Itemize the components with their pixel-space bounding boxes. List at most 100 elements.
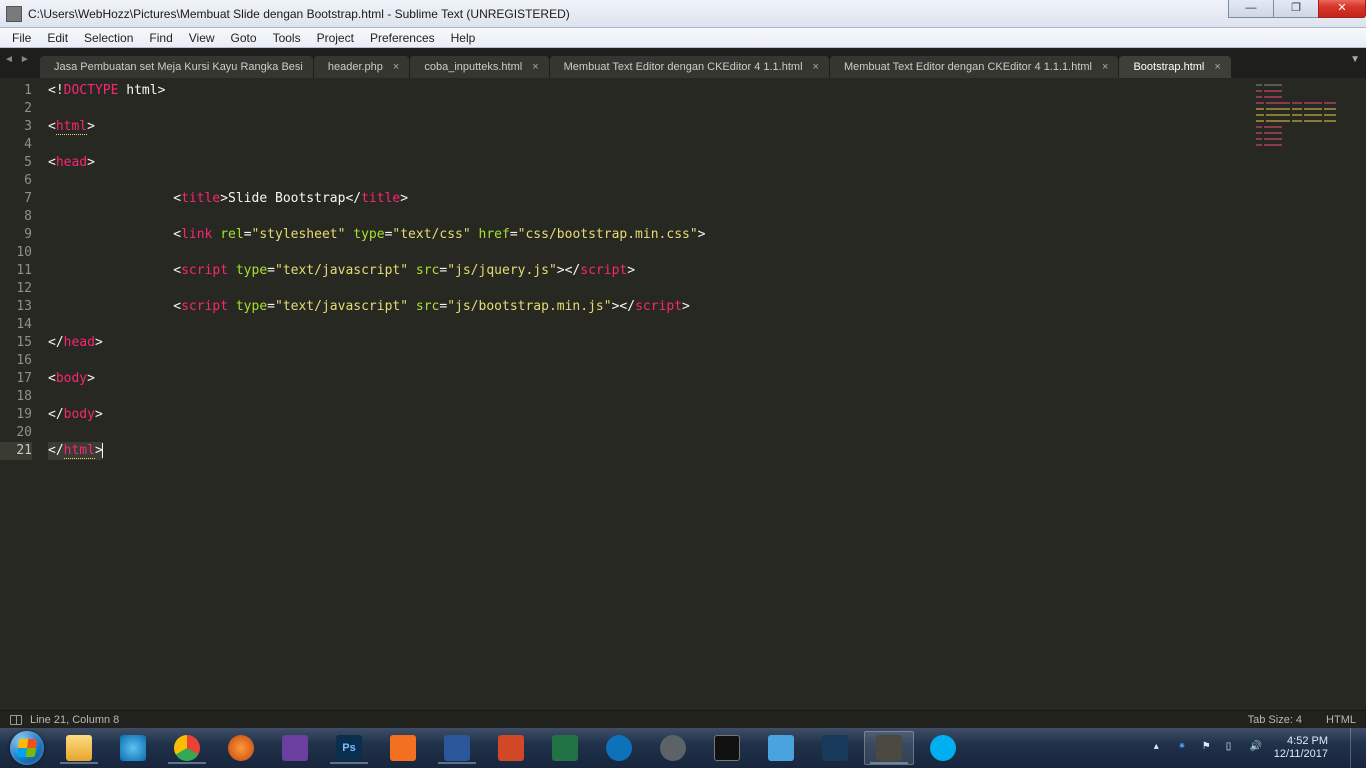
line-number[interactable]: 3 bbox=[0, 118, 32, 136]
taskbar-firefox[interactable] bbox=[216, 731, 266, 765]
taskbar-sublime-text[interactable] bbox=[864, 731, 914, 765]
menu-preferences[interactable]: Preferences bbox=[362, 29, 443, 47]
code-line[interactable]: <body> bbox=[48, 370, 1256, 388]
tab-close-icon[interactable]: × bbox=[393, 61, 399, 73]
taskbar-chrome[interactable] bbox=[162, 731, 212, 765]
code-editor[interactable]: <!DOCTYPE html> <html> <head> <title>Slide… bbox=[40, 78, 1256, 710]
code-line[interactable] bbox=[48, 136, 1256, 154]
taskbar-word[interactable] bbox=[432, 731, 482, 765]
code-line[interactable]: <!DOCTYPE html> bbox=[48, 82, 1256, 100]
tab-0[interactable]: Jasa Pembuatan set Meja Kursi Kayu Rangk… bbox=[40, 56, 313, 78]
taskbar-virtualbox[interactable] bbox=[810, 731, 860, 765]
code-line[interactable] bbox=[48, 352, 1256, 370]
line-number[interactable]: 7 bbox=[0, 190, 32, 208]
line-gutter[interactable]: 123456789101112131415161718192021 bbox=[0, 78, 40, 710]
tray-up-arrow-icon[interactable]: ▴ bbox=[1154, 741, 1168, 755]
line-number[interactable]: 4 bbox=[0, 136, 32, 154]
taskbar-regedit[interactable] bbox=[756, 731, 806, 765]
tab-5[interactable]: Bootstrap.html× bbox=[1119, 56, 1230, 78]
tab-4[interactable]: Membuat Text Editor dengan CKEditor 4 1.… bbox=[830, 56, 1118, 78]
maximize-button[interactable]: ❐ bbox=[1273, 0, 1319, 18]
code-line[interactable]: <script type="text/javascript" src="js/b… bbox=[48, 298, 1256, 316]
line-number[interactable]: 17 bbox=[0, 370, 32, 388]
tab-size-indicator[interactable]: Tab Size: 4 bbox=[1248, 714, 1302, 726]
show-desktop-button[interactable] bbox=[1350, 728, 1360, 768]
minimize-button[interactable]: — bbox=[1228, 0, 1274, 18]
menu-selection[interactable]: Selection bbox=[76, 29, 141, 47]
taskbar-cmd[interactable] bbox=[702, 731, 752, 765]
taskbar-file-explorer[interactable] bbox=[54, 731, 104, 765]
minimap[interactable] bbox=[1256, 78, 1366, 710]
line-number[interactable]: 11 bbox=[0, 262, 32, 280]
line-number[interactable]: 9 bbox=[0, 226, 32, 244]
code-line[interactable]: <link rel="stylesheet" type="text/css" h… bbox=[48, 226, 1256, 244]
code-line[interactable] bbox=[48, 316, 1256, 334]
menu-project[interactable]: Project bbox=[309, 29, 362, 47]
line-number[interactable]: 8 bbox=[0, 208, 32, 226]
line-number[interactable]: 19 bbox=[0, 406, 32, 424]
line-number[interactable]: 10 bbox=[0, 244, 32, 262]
code-line[interactable] bbox=[48, 208, 1256, 226]
code-line[interactable]: <html> bbox=[48, 118, 1256, 136]
menu-help[interactable]: Help bbox=[443, 29, 484, 47]
menu-view[interactable]: View bbox=[181, 29, 223, 47]
line-number[interactable]: 20 bbox=[0, 424, 32, 442]
menu-find[interactable]: Find bbox=[141, 29, 180, 47]
panel-switch-icon[interactable] bbox=[10, 715, 22, 725]
line-number[interactable]: 15 bbox=[0, 334, 32, 352]
cursor-position[interactable]: Line 21, Column 8 bbox=[30, 714, 119, 726]
tab-close-icon[interactable]: × bbox=[1102, 61, 1108, 73]
taskbar-skype[interactable] bbox=[918, 731, 968, 765]
code-line[interactable] bbox=[48, 280, 1256, 298]
taskbar-xampp[interactable] bbox=[378, 731, 428, 765]
line-number[interactable]: 18 bbox=[0, 388, 32, 406]
code-line[interactable]: <script type="text/javascript" src="js/j… bbox=[48, 262, 1256, 280]
taskbar-phpstorm[interactable] bbox=[270, 731, 320, 765]
syntax-indicator[interactable]: HTML bbox=[1326, 714, 1356, 726]
bluetooth-icon[interactable]: ⁕ bbox=[1178, 741, 1192, 755]
code-line[interactable]: <head> bbox=[48, 154, 1256, 172]
tab-close-icon[interactable]: × bbox=[813, 61, 819, 73]
line-number[interactable]: 13 bbox=[0, 298, 32, 316]
code-line[interactable] bbox=[48, 388, 1256, 406]
taskbar-teamviewer[interactable] bbox=[594, 731, 644, 765]
line-number[interactable]: 5 bbox=[0, 154, 32, 172]
editor-area[interactable]: 123456789101112131415161718192021 <!DOCT… bbox=[0, 78, 1366, 710]
code-line[interactable]: <title>Slide Bootstrap</title> bbox=[48, 190, 1256, 208]
action-flag-icon[interactable]: ⚑ bbox=[1202, 741, 1216, 755]
network-icon[interactable]: ▯ bbox=[1226, 741, 1240, 755]
line-number[interactable]: 1 bbox=[0, 82, 32, 100]
taskbar-powerpoint[interactable] bbox=[486, 731, 536, 765]
taskbar-settings[interactable] bbox=[648, 731, 698, 765]
tab-2[interactable]: coba_inputteks.html× bbox=[410, 56, 548, 78]
tab-overflow-icon[interactable]: ▼ bbox=[1350, 54, 1360, 65]
line-number[interactable]: 16 bbox=[0, 352, 32, 370]
line-number[interactable]: 2 bbox=[0, 100, 32, 118]
taskbar-excel[interactable] bbox=[540, 731, 590, 765]
nav-back-icon[interactable]: ◄ bbox=[4, 54, 14, 65]
tab-1[interactable]: header.php× bbox=[314, 56, 410, 78]
menu-edit[interactable]: Edit bbox=[39, 29, 76, 47]
menu-goto[interactable]: Goto bbox=[223, 29, 265, 47]
code-line[interactable] bbox=[48, 244, 1256, 262]
code-line[interactable] bbox=[48, 100, 1256, 118]
code-line[interactable]: </head> bbox=[48, 334, 1256, 352]
start-button[interactable] bbox=[6, 728, 48, 768]
nav-forward-icon[interactable]: ► bbox=[20, 54, 30, 65]
speaker-icon[interactable]: 🔊 bbox=[1250, 741, 1264, 755]
tab-3[interactable]: Membuat Text Editor dengan CKEditor 4 1.… bbox=[550, 56, 829, 78]
taskbar-internet-explorer[interactable] bbox=[108, 731, 158, 765]
tab-close-icon[interactable]: × bbox=[1214, 61, 1220, 73]
code-line[interactable] bbox=[48, 172, 1256, 190]
menu-file[interactable]: File bbox=[4, 29, 39, 47]
menu-tools[interactable]: Tools bbox=[265, 29, 309, 47]
code-line[interactable]: </html> bbox=[48, 442, 103, 460]
line-number[interactable]: 12 bbox=[0, 280, 32, 298]
line-number[interactable]: 6 bbox=[0, 172, 32, 190]
line-number[interactable]: 14 bbox=[0, 316, 32, 334]
close-button[interactable]: ✕ bbox=[1318, 0, 1366, 18]
clock[interactable]: 4:52 PM 12/11/2017 bbox=[1274, 735, 1334, 761]
line-number[interactable]: 21 bbox=[0, 442, 32, 460]
tab-close-icon[interactable]: × bbox=[532, 61, 538, 73]
taskbar-photoshop[interactable]: Ps bbox=[324, 731, 374, 765]
